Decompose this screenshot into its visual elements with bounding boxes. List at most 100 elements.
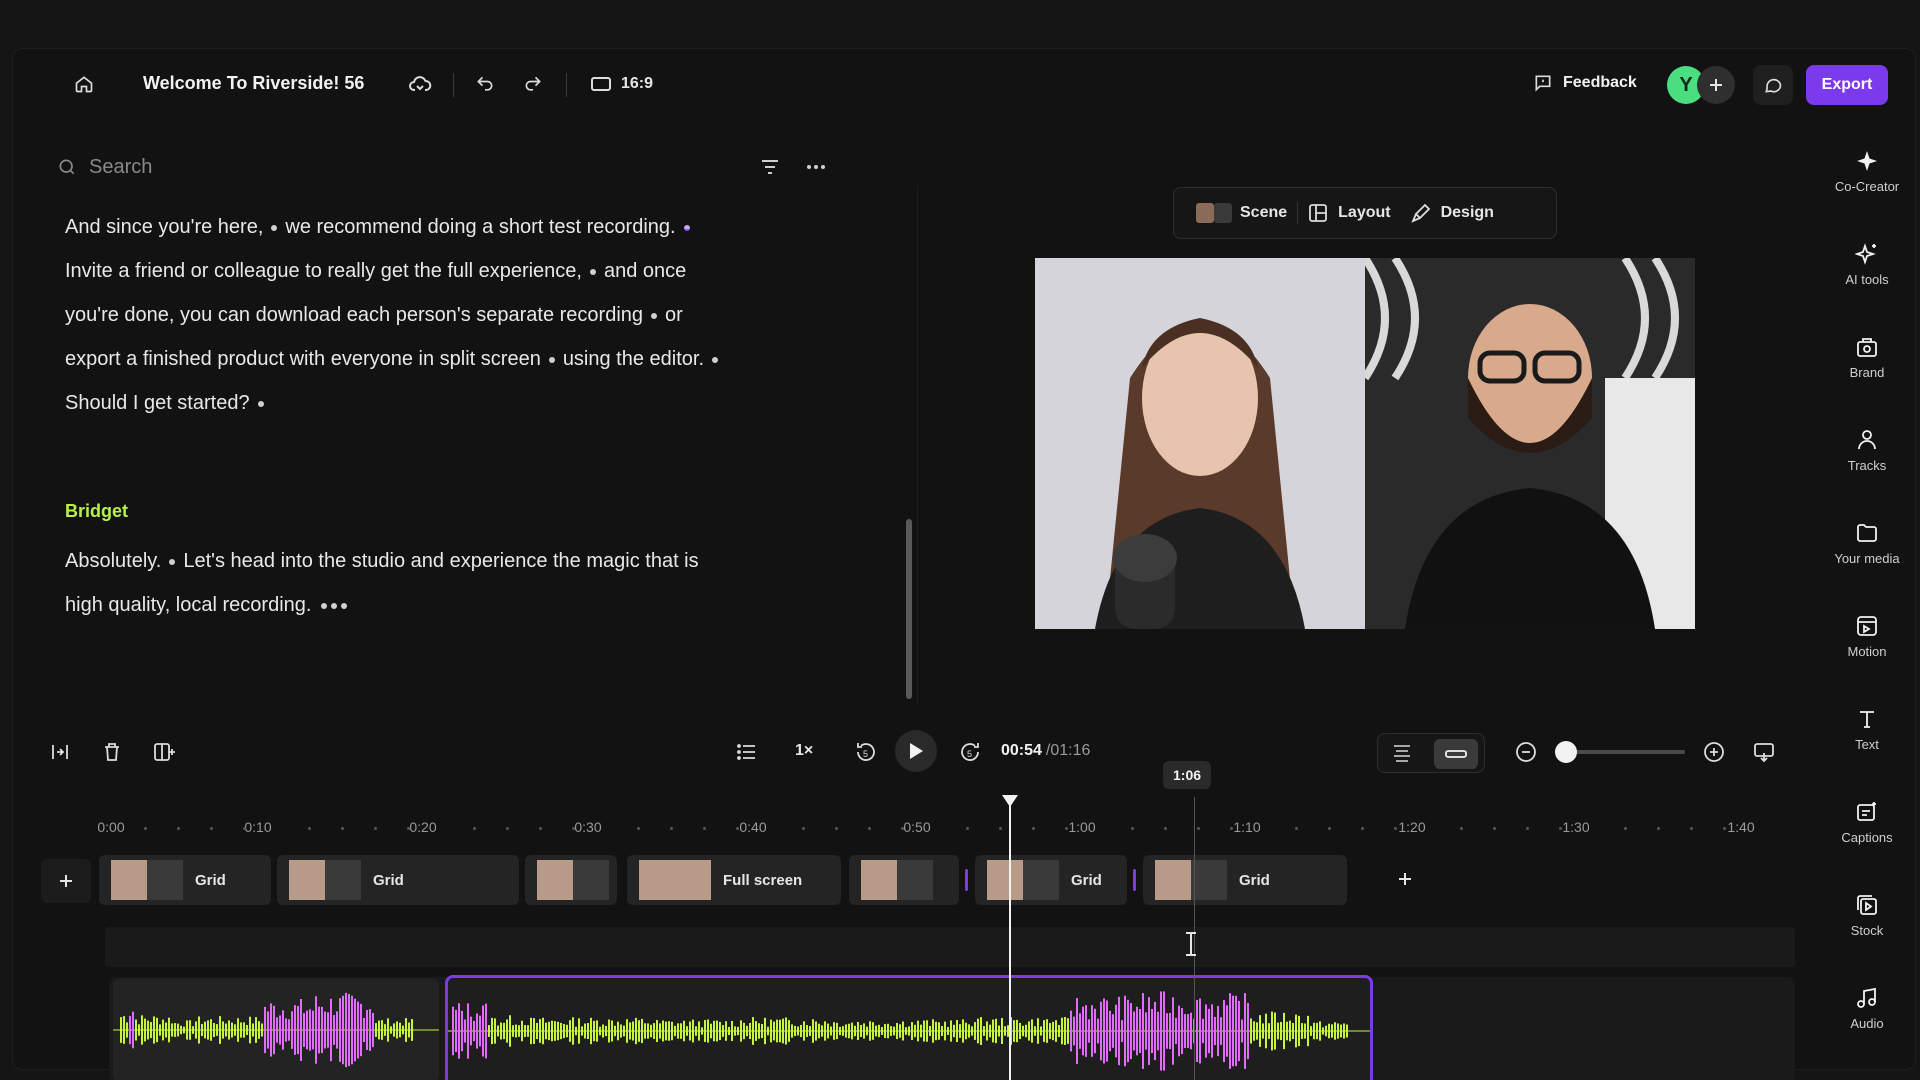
transcript-line: you're done, you can download each perso…	[65, 293, 805, 337]
sidebar-item-captions[interactable]: Captions	[1829, 800, 1905, 845]
sidebar-item-stock[interactable]: Stock	[1829, 893, 1905, 938]
transcript-sentence[interactable]: we recommend doing a short test recordin…	[285, 216, 675, 238]
feedback-button[interactable]: Feedback	[1533, 73, 1637, 93]
split-clip-icon[interactable]	[43, 735, 77, 769]
align-view-icon[interactable]	[1390, 742, 1414, 771]
compact-view-button[interactable]	[1434, 739, 1478, 769]
home-icon[interactable]	[67, 67, 101, 101]
export-button[interactable]: Export	[1806, 65, 1888, 105]
project-title[interactable]: Welcome To Riverside! 56	[143, 73, 364, 94]
sidebar-item-co-creator[interactable]: Co-Creator	[1829, 149, 1905, 194]
tab-scene[interactable]: Scene	[1186, 203, 1297, 223]
ruler-minor-tick	[703, 827, 707, 830]
playhead-handle[interactable]	[1002, 795, 1018, 807]
clip-boundary-marker[interactable]	[1133, 869, 1136, 891]
ruler-minor-tick	[209, 827, 213, 830]
audio-clip-selected[interactable]	[445, 975, 1373, 1080]
playback-speed-button[interactable]: 1×	[795, 742, 813, 760]
transcript-paragraph[interactable]: Absolutely. Let's head into the studio an…	[65, 539, 805, 627]
sidebar-item-label: AI tools	[1845, 272, 1889, 287]
collapse-timeline-icon[interactable]	[1747, 735, 1781, 769]
transcript-paragraph[interactable]: And since you're here, we recommend doing…	[65, 205, 805, 425]
invite-plus-button[interactable]	[1697, 66, 1735, 104]
scene-clip[interactable]: Grid	[1143, 855, 1347, 905]
transcript-sentence[interactable]: you're done, you can download each perso…	[65, 304, 643, 326]
panel-divider	[917, 185, 918, 705]
add-scene-button[interactable]	[41, 859, 91, 903]
undo-icon[interactable]	[468, 67, 502, 101]
transcript-sentence[interactable]: Should I get started?	[65, 392, 250, 414]
video-preview[interactable]	[1035, 258, 1695, 629]
sentence-dot	[651, 312, 658, 319]
sidebar-item-motion[interactable]: Motion	[1829, 614, 1905, 659]
sidebar-item-label: Audio	[1850, 1016, 1884, 1031]
comments-button[interactable]	[1753, 65, 1793, 105]
transcript-sentence[interactable]: and once	[604, 260, 686, 282]
add-scene-end-button[interactable]	[1397, 871, 1413, 892]
transcript-sentence[interactable]: And since you're here,	[65, 216, 263, 238]
transcript-sentence[interactable]: Absolutely.	[65, 550, 161, 572]
sidebar-item-label: Stock	[1850, 923, 1884, 938]
play-icon	[910, 743, 923, 759]
sidebar-item-tracks[interactable]: Tracks	[1829, 428, 1905, 473]
scene-clip[interactable]: Grid	[99, 855, 271, 905]
ruler-minor-tick	[801, 827, 805, 830]
audio-clip[interactable]	[113, 979, 439, 1080]
scene-clip[interactable]: Grid	[975, 855, 1127, 905]
zoom-slider-track[interactable]	[1565, 750, 1685, 754]
scene-clip[interactable]	[849, 855, 959, 905]
sidebar-item-ai-tools[interactable]: AI tools	[1829, 242, 1905, 287]
tab-layout[interactable]: Layout	[1298, 203, 1400, 223]
aspect-ratio-icon	[591, 77, 611, 91]
ai-sparkles-icon	[1855, 243, 1876, 265]
feedback-icon	[1535, 75, 1551, 92]
sidebar-item-label: Captions	[1841, 830, 1893, 845]
ruler-minor-tick	[1229, 827, 1233, 830]
scene-clip[interactable]: Grid	[277, 855, 519, 905]
skip-forward-5-button[interactable]: 5	[953, 735, 987, 769]
transcript-sentence[interactable]: using the editor.	[563, 348, 704, 370]
more-options-icon[interactable]	[799, 150, 833, 184]
playhead[interactable]	[1009, 801, 1011, 1080]
ruler-minor-tick	[505, 827, 509, 830]
transcript-search[interactable]: Search	[57, 149, 837, 185]
chapters-list-icon[interactable]	[730, 735, 764, 769]
filter-icon[interactable]	[753, 150, 787, 184]
tab-design[interactable]: Design	[1401, 203, 1504, 223]
music-note-icon	[1857, 987, 1876, 1008]
redo-icon[interactable]	[516, 67, 550, 101]
add-layout-icon[interactable]	[147, 735, 181, 769]
aspect-ratio-button[interactable]: 16:9	[591, 75, 653, 93]
play-button[interactable]	[895, 730, 937, 772]
ruler-tick-label: 1:30	[1562, 819, 1590, 835]
ruler-minor-tick	[374, 827, 378, 830]
sentence-dot	[548, 356, 555, 363]
transcript-sentence[interactable]: Invite a friend or colleague to really g…	[65, 260, 582, 282]
transcript-sentence[interactable]: or	[665, 304, 683, 326]
search-input[interactable]: Search	[89, 156, 152, 179]
sidebar-item-brand[interactable]: Brand	[1829, 335, 1905, 380]
ruler-tick-label: 1:20	[1398, 819, 1426, 835]
ruler-minor-tick	[571, 827, 575, 830]
speaker-name[interactable]: Bridget	[65, 501, 128, 522]
ruler-minor-tick	[1624, 827, 1628, 830]
scene-clip[interactable]: Full screen	[627, 855, 841, 905]
transcript-sentence[interactable]: high quality, local recording.	[65, 594, 311, 616]
clip-boundary-marker[interactable]	[965, 869, 968, 891]
zoom-out-icon[interactable]	[1509, 735, 1543, 769]
motion-icon	[1857, 616, 1877, 636]
skip-back-5-button[interactable]: 5	[849, 735, 883, 769]
ruler-minor-tick	[1130, 827, 1134, 830]
plus-icon	[1399, 873, 1411, 885]
transcript-sentence[interactable]: export a finished product with everyone …	[65, 348, 541, 370]
scene-clip[interactable]	[525, 855, 617, 905]
transcript-scrollbar[interactable]	[906, 519, 912, 699]
trash-icon[interactable]	[95, 735, 129, 769]
sidebar-item-audio[interactable]: Audio	[1829, 986, 1905, 1031]
overlay-track[interactable]	[105, 927, 1795, 967]
sidebar-item-text[interactable]: Text	[1829, 707, 1905, 752]
zoom-in-icon[interactable]	[1697, 735, 1731, 769]
zoom-slider-handle[interactable]	[1554, 741, 1577, 763]
transcript-sentence[interactable]: Let's head into the studio and experienc…	[183, 550, 698, 572]
sidebar-item-your-media[interactable]: Your media	[1829, 521, 1905, 566]
